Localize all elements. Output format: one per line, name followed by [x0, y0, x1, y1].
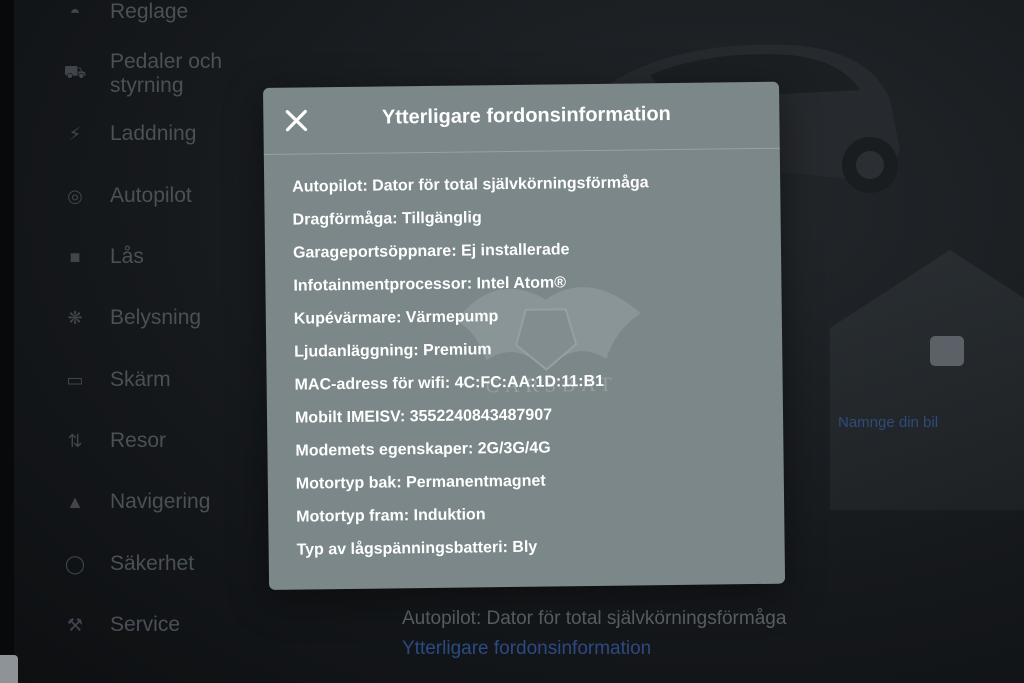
- sidebar-item-service[interactable]: ⚒ Service: [60, 605, 280, 645]
- sidebar-item-label: Skärm: [110, 368, 171, 391]
- screen-bezel: [0, 0, 14, 683]
- sidebar-item-resor[interactable]: ⇅ Resor: [60, 421, 280, 461]
- steering-wheel-icon: ◎: [67, 185, 83, 206]
- sidebar-item-laddning[interactable]: ⚡ Laddning: [60, 114, 280, 154]
- sidebar-item-label: Laddning: [110, 122, 197, 145]
- toggle-icon: ◓: [69, 1, 81, 22]
- more-vehicle-info-link[interactable]: Ytterligare fordonsinformation: [402, 638, 651, 660]
- dialog-title: Ytterligare fordonsinformation: [381, 103, 671, 129]
- sidebar-item-label: Reglage: [110, 0, 189, 23]
- lightning-icon: ⚡: [68, 123, 82, 144]
- display-icon: ▭: [66, 369, 84, 390]
- lock-icon: ■: [69, 246, 81, 267]
- trips-icon: ⇅: [67, 430, 83, 451]
- sidebar-item-label: Service: [110, 613, 181, 636]
- sidebar-item-label: Autopilot: [110, 184, 192, 207]
- sidebar-item-reglage[interactable]: ◓ Reglage: [60, 0, 280, 32]
- vehicle-info-list: Autopilot: Dator för total självkörnings…: [292, 172, 765, 574]
- sidebar-item-autopilot[interactable]: ◎ Autopilot: [60, 176, 280, 216]
- sidebar-item-belysning[interactable]: ❋ Belysning: [60, 298, 280, 338]
- sidebar-item-label: Lås: [110, 245, 144, 268]
- settings-sidebar: ◓ Reglage ⛟ Pedaler och styrning ⚡ Laddn…: [60, 0, 290, 683]
- vehicle-info-dialog: Ytterligare fordonsinformation CARSBAT A…: [263, 81, 786, 590]
- sidebar-item-label: Resor: [110, 429, 167, 452]
- car-icon: ⛟: [63, 62, 87, 82]
- sidebar-item-navigering[interactable]: ▲ Navigering: [60, 482, 280, 522]
- wrench-icon: ⚒: [66, 614, 84, 635]
- glovebox-icon[interactable]: [930, 336, 964, 366]
- info-row-lv-battery: Typ av lågspänningsbatteri: Bly: [296, 538, 538, 559]
- sidebar-item-label: Navigering: [110, 490, 211, 513]
- autopilot-info-text: Autopilot: Dator för total självkörnings…: [402, 608, 787, 629]
- sidebar-item-sakerhet[interactable]: ◯ Säkerhet: [60, 544, 280, 584]
- sidebar-item-label: Säkerhet: [110, 552, 195, 575]
- name-car-link[interactable]: Namnge din bil: [838, 414, 938, 431]
- sidebar-item-las[interactable]: ■ Lås: [60, 237, 280, 277]
- sidebar-item-skarm[interactable]: ▭ Skärm: [60, 360, 280, 400]
- sidebar-item-pedaler[interactable]: ⛟ Pedaler och styrning: [60, 50, 280, 98]
- lightbulb-icon: ❋: [67, 307, 83, 328]
- dialog-header: Ytterligare fordonsinformation: [263, 81, 780, 155]
- screen-edge-tab: [0, 655, 18, 683]
- shield-icon: ◯: [64, 553, 86, 574]
- sidebar-item-label: Belysning: [110, 306, 202, 329]
- sidebar-item-label: Pedaler och styrning: [110, 50, 223, 97]
- navigation-arrow-icon: ▲: [66, 491, 84, 512]
